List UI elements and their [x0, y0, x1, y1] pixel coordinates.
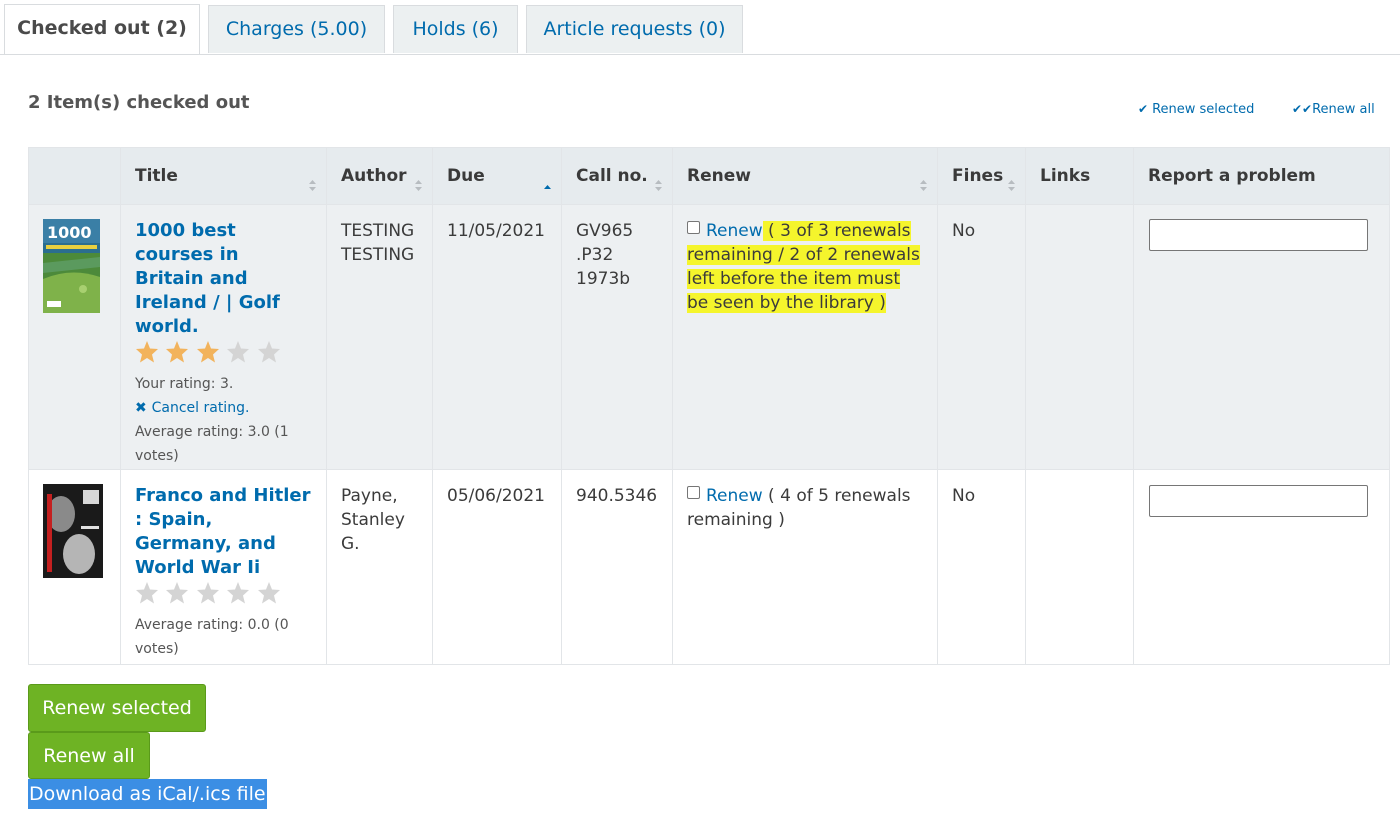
renew-cell: Renew ( 4 of 5 renewals remaining ) — [672, 469, 938, 665]
column-fines-label: Fines — [952, 166, 1004, 186]
your-rating: Your rating: 3. — [135, 376, 234, 392]
column-header-author[interactable]: Author — [326, 147, 433, 205]
tab-checked-out[interactable]: Checked out (2) — [4, 4, 200, 54]
title-link[interactable]: 1000 best courses in Britain and Ireland… — [135, 219, 312, 339]
renew-link[interactable]: Renew — [706, 221, 763, 241]
sort-ascending-icon — [544, 185, 551, 189]
column-header-due[interactable]: Due — [432, 147, 562, 205]
fines-cell: No — [937, 469, 1026, 665]
report-problem-input[interactable] — [1149, 485, 1368, 517]
double-check-icon: ✔✔ — [1292, 102, 1313, 116]
column-header-report: Report a problem — [1133, 147, 1390, 205]
star-empty-icon[interactable] — [226, 340, 250, 363]
star-filled-icon[interactable] — [165, 340, 189, 363]
renew-selected-link-label: Renew selected — [1152, 102, 1255, 117]
links-cell — [1025, 204, 1134, 470]
due-cell: 05/06/2021 — [432, 469, 562, 665]
star-empty-icon[interactable] — [135, 581, 159, 604]
column-title-label: Title — [135, 166, 178, 186]
table-header-row: Title Author Due Call no. Renew Fines Li… — [28, 147, 1390, 205]
sort-icon — [655, 180, 662, 191]
sort-icon — [1008, 180, 1015, 191]
check-icon: ✔ — [1138, 102, 1149, 116]
column-header-renew[interactable]: Renew — [672, 147, 938, 205]
svg-text:1000: 1000 — [47, 223, 92, 242]
close-icon: ✖ — [135, 400, 152, 416]
tab-holds[interactable]: Holds (6) — [393, 5, 518, 53]
fines-cell: No — [937, 204, 1026, 470]
renew-all-link[interactable]: ✔✔Renew all — [1292, 102, 1375, 117]
cover-cell: 1000 — [28, 204, 121, 470]
renew-selected-link[interactable]: ✔ Renew selected — [1138, 102, 1254, 117]
star-filled-icon[interactable] — [135, 340, 159, 363]
column-due-label: Due — [447, 166, 485, 186]
column-header-cover — [28, 147, 121, 205]
links-cell — [1025, 469, 1134, 665]
renew-all-button[interactable]: Renew all — [28, 732, 150, 779]
renew-link[interactable]: Renew — [706, 486, 763, 506]
cancel-rating-link[interactable]: ✖ Cancel rating. — [135, 400, 249, 416]
due-cell: 11/05/2021 — [432, 204, 562, 470]
sort-icon — [415, 180, 422, 191]
star-empty-icon[interactable] — [226, 581, 250, 604]
star-empty-icon[interactable] — [196, 581, 220, 604]
cancel-rating-row: ✖ Cancel rating. — [135, 396, 312, 420]
renew-all-link-label: Renew all — [1312, 102, 1375, 117]
column-links-label: Links — [1040, 166, 1091, 186]
column-report-label: Report a problem — [1148, 166, 1316, 186]
column-header-callno[interactable]: Call no. — [561, 147, 673, 205]
cover-cell — [28, 469, 121, 665]
download-ical-link[interactable]: Download as iCal/.ics file — [28, 779, 267, 809]
renew-checkbox[interactable] — [687, 486, 700, 499]
column-header-fines[interactable]: Fines — [937, 147, 1026, 205]
column-header-links: Links — [1025, 147, 1134, 205]
renew-selected-button[interactable]: Renew selected — [28, 684, 206, 732]
star-rating[interactable] — [135, 581, 312, 607]
tab-charges[interactable]: Charges (5.00) — [208, 5, 385, 53]
book-cover-golf-icon[interactable]: 1000 — [43, 219, 100, 313]
column-author-label: Author — [341, 166, 407, 186]
title-cell: 1000 best courses in Britain and Ireland… — [120, 204, 327, 470]
average-rating: Average rating: 0.0 (0 votes) — [135, 617, 289, 657]
callno-cell: GV965 .P32 1973b — [561, 204, 673, 470]
tab-article-requests[interactable]: Article requests (0) — [526, 5, 743, 53]
book-cover-franco-icon[interactable] — [43, 484, 103, 578]
star-empty-icon[interactable] — [257, 581, 281, 604]
star-empty-icon[interactable] — [257, 340, 281, 363]
callno-cell: 940.5346 — [561, 469, 673, 665]
sort-icon — [920, 180, 927, 191]
column-header-title[interactable]: Title — [120, 147, 327, 205]
author-cell: TESTING TESTING — [326, 204, 433, 470]
author-cell: Payne, Stanley G. — [326, 469, 433, 665]
renew-cell: Renew ( 3 of 3 renewals remaining / 2 of… — [672, 204, 938, 470]
star-empty-icon[interactable] — [165, 581, 189, 604]
column-renew-label: Renew — [687, 166, 751, 186]
page-title: 2 Item(s) checked out — [28, 92, 250, 113]
average-rating: Average rating: 3.0 (1 votes) — [135, 424, 289, 464]
column-callno-label: Call no. — [576, 166, 648, 186]
title-cell: Franco and Hitler : Spain, Germany, and … — [120, 469, 327, 665]
star-filled-icon[interactable] — [196, 340, 220, 363]
tab-bar: Checked out (2) Charges (5.00) Holds (6)… — [0, 0, 1400, 55]
cancel-rating-label: Cancel rating. — [151, 400, 250, 416]
renew-checkbox[interactable] — [687, 221, 700, 234]
report-problem-input[interactable] — [1149, 219, 1368, 251]
star-rating[interactable] — [135, 340, 312, 366]
sort-icon — [309, 180, 316, 191]
title-link[interactable]: Franco and Hitler : Spain, Germany, and … — [135, 484, 312, 580]
